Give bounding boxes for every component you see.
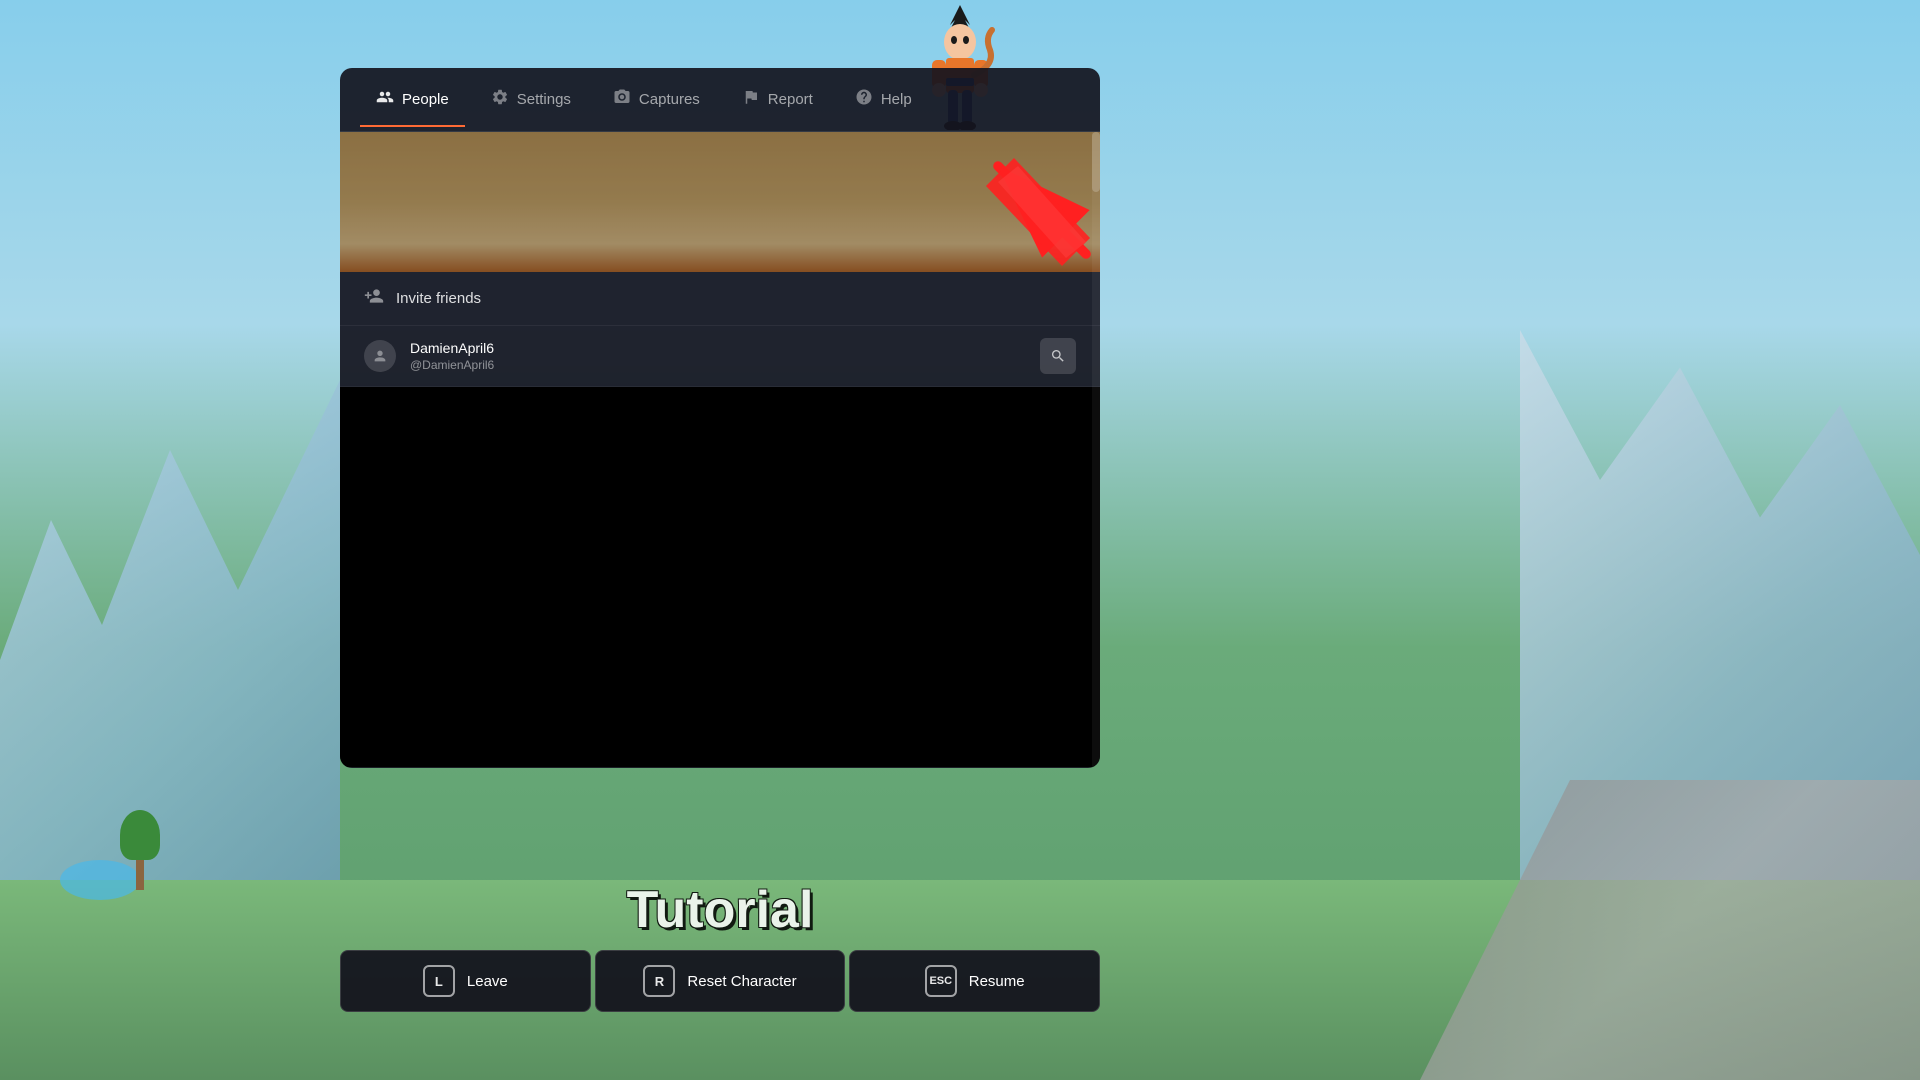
resume-key-badge: ESC [925, 965, 957, 997]
tab-settings-label: Settings [517, 91, 571, 108]
user-row[interactable]: DamienApril6 @DamienApril6 [340, 326, 1100, 387]
reset-character-button[interactable]: R Reset Character [595, 950, 846, 1012]
captures-icon [613, 88, 631, 111]
leave-button[interactable]: L Leave [340, 950, 591, 1012]
screenshot-overlay [340, 132, 1100, 272]
tree-decoration [120, 810, 160, 890]
main-panel: People Settings Captures [340, 68, 1100, 768]
leave-key-badge: L [423, 965, 455, 997]
leave-label: Leave [467, 973, 508, 990]
scrollbar-thumb[interactable] [1092, 132, 1100, 192]
black-content-area [340, 387, 1100, 767]
user-action-button[interactable] [1040, 338, 1076, 374]
user-handle: @DamienApril6 [410, 358, 1026, 372]
user-info: DamienApril6 @DamienApril6 [410, 340, 1026, 372]
user-name: DamienApril6 [410, 340, 1026, 356]
user-avatar [364, 340, 396, 372]
tab-report[interactable]: Report [726, 80, 829, 119]
resume-label: Resume [969, 973, 1025, 990]
invite-friends-row[interactable]: Invite friends [340, 272, 1100, 326]
tab-settings[interactable]: Settings [475, 80, 587, 119]
tab-report-label: Report [768, 91, 813, 108]
report-icon [742, 88, 760, 111]
people-icon [376, 88, 394, 111]
settings-icon [491, 88, 509, 111]
invite-friends-label: Invite friends [396, 290, 481, 307]
tab-people[interactable]: People [360, 80, 465, 119]
panel-content: Invite friends DamienApril6 @DamienApril… [340, 132, 1100, 768]
tab-captures-label: Captures [639, 91, 700, 108]
resume-button[interactable]: ESC Resume [849, 950, 1100, 1012]
tab-people-label: People [402, 91, 449, 108]
tab-help[interactable]: Help [839, 80, 928, 119]
invite-friends-icon [364, 286, 384, 311]
reset-character-label: Reset Character [687, 973, 796, 990]
tab-help-label: Help [881, 91, 912, 108]
scrollbar[interactable] [1092, 132, 1100, 768]
tab-captures[interactable]: Captures [597, 80, 716, 119]
tab-bar: People Settings Captures [340, 68, 1100, 132]
reset-key-badge: R [643, 965, 675, 997]
help-icon [855, 88, 873, 111]
bottom-action-bar: L Leave R Reset Character ESC Resume [340, 950, 1100, 1012]
screenshot-area [340, 132, 1100, 272]
